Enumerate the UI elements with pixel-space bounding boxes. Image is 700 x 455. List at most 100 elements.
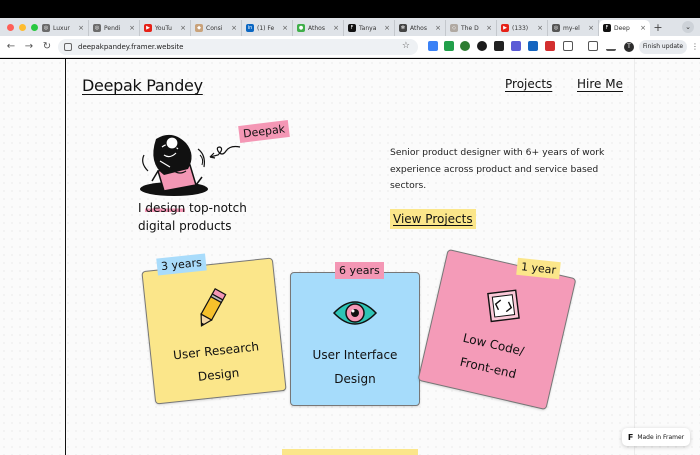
tab-favicon-icon: ◆ — [195, 24, 203, 32]
downloads-icon[interactable] — [606, 41, 616, 51]
browser-menu-icon[interactable]: ⋮ — [691, 42, 699, 51]
extension-icon[interactable] — [428, 41, 438, 51]
browser-tab[interactable]: ◎ Luxur × — [38, 20, 89, 36]
extension-icon[interactable] — [460, 41, 470, 51]
browser-tab[interactable]: ◎ my-el × — [548, 20, 599, 36]
tab-title: Consi — [206, 24, 223, 32]
tab-close-icon[interactable]: × — [129, 24, 135, 32]
page-left-border — [65, 59, 66, 455]
extension-icon[interactable] — [528, 41, 538, 51]
browser-tab[interactable]: ✻ Athos × — [395, 20, 446, 36]
tab-favicon-icon: ● — [297, 24, 305, 32]
tab-title: The D — [461, 24, 479, 32]
tab-strip: ◎ Luxur × ◎ Pendi × ▶ YouTu × ◆ Consi × in (1) Fe × ● At… — [0, 18, 700, 36]
tab-title: YouTu — [155, 24, 172, 32]
close-window-button[interactable] — [7, 23, 14, 31]
tab-close-icon[interactable]: × — [537, 24, 543, 32]
tab-favicon-icon: ◎ — [552, 24, 560, 32]
view-projects-button[interactable]: View Projects — [390, 209, 476, 229]
tab-favicon-icon: ◎ — [42, 24, 50, 32]
tab-favicon-icon: ▶ — [144, 24, 152, 32]
tab-title: (133) — [512, 24, 529, 32]
browser-tab[interactable]: ● Athos × — [293, 20, 344, 36]
card-title-line2: Design — [334, 372, 376, 386]
tab-title: Athos — [308, 24, 325, 32]
tab-favicon-icon: ◎ — [93, 24, 101, 32]
tab-favicon-icon: in — [246, 24, 254, 32]
nav-projects-link[interactable]: Projects — [505, 77, 552, 91]
pdf-extension-icon[interactable] — [545, 41, 555, 51]
tab-close-icon[interactable]: × — [486, 24, 492, 32]
browser-tab[interactable]: ▶ YouTu × — [140, 20, 191, 36]
tab-title: Athos — [410, 24, 427, 32]
reload-button[interactable]: ↻ — [38, 41, 56, 52]
address-bar[interactable]: deepakpandey.framer.website ☆ — [58, 39, 418, 55]
extension-icon[interactable] — [494, 41, 504, 51]
tab-favicon-icon: F — [348, 24, 356, 32]
browser-tab[interactable]: F Deep × — [599, 20, 650, 36]
tab-title: (1) Fe — [257, 24, 275, 32]
bookmark-star-icon[interactable]: ☆ — [402, 41, 410, 51]
tab-favicon-icon: ✻ — [399, 24, 407, 32]
back-button[interactable]: ← — [2, 41, 20, 52]
browser-tab[interactable]: ◎ Pendi × — [89, 20, 140, 36]
browser-tab[interactable]: in (1) Fe × — [242, 20, 293, 36]
tab-favicon-icon: ◇ — [450, 24, 458, 32]
extension-icon[interactable] — [511, 41, 521, 51]
browser-tab[interactable]: ◆ Consi × — [191, 20, 242, 36]
tab-close-icon[interactable]: × — [282, 24, 288, 32]
url-text: deepakpandey.framer.website — [78, 43, 184, 51]
browser-tab[interactable]: ◇ The D × — [446, 20, 497, 36]
tab-close-icon[interactable]: × — [231, 24, 237, 32]
minimize-window-button[interactable] — [19, 23, 26, 31]
designer-illustration — [140, 134, 208, 196]
new-tab-button[interactable]: + — [650, 21, 666, 34]
tab-title: Pendi — [104, 24, 121, 32]
bio-text: Senior product designer with 6+ years of… — [390, 147, 605, 191]
card-user-interface[interactable]: User Interface Design — [290, 272, 420, 406]
profile-avatar[interactable]: T — [624, 42, 634, 52]
hero-tagline: I design top-notch digital products — [138, 199, 268, 235]
tab-title: my-el — [563, 24, 580, 32]
forward-button[interactable]: → — [20, 41, 38, 52]
window-topbar — [0, 0, 700, 18]
finish-update-button[interactable]: Finish update — [639, 40, 687, 54]
tab-favicon-icon: ▶ — [501, 24, 509, 32]
site-info-icon[interactable] — [64, 43, 72, 51]
tab-search-icon[interactable]: ⌄ — [682, 21, 694, 33]
webpage: Deepak Pandey Projects Hire Me Deepak I … — [0, 59, 700, 455]
card-user-research[interactable]: User Research Design — [141, 257, 287, 405]
next-section-peek — [282, 449, 418, 455]
page-right-border — [634, 59, 635, 455]
card-title-line1: User Interface — [312, 348, 398, 362]
extension-icon[interactable] — [444, 41, 454, 51]
framer-logo-icon: F — [627, 432, 634, 442]
tab-close-icon[interactable]: × — [384, 24, 390, 32]
extension-icon[interactable] — [477, 41, 487, 51]
window-controls — [0, 23, 38, 31]
made-in-framer-badge[interactable]: F Made in Framer — [622, 428, 690, 446]
reading-list-icon[interactable] — [588, 41, 598, 51]
tab-close-icon[interactable]: × — [588, 24, 594, 32]
browser-tab[interactable]: ▶ (133) × — [497, 20, 548, 36]
tab-close-icon[interactable]: × — [78, 24, 84, 32]
tab-close-icon[interactable]: × — [435, 24, 441, 32]
tab-title: Tanya — [359, 24, 377, 32]
framer-badge-label: Made in Framer — [637, 433, 685, 441]
browser-tab[interactable]: F Tanya × — [344, 20, 395, 36]
tab-favicon-icon: F — [603, 24, 611, 32]
tabs-container: ◎ Luxur × ◎ Pendi × ▶ YouTu × ◆ Consi × in (1) Fe × ● At… — [38, 18, 650, 36]
pencil-icon — [200, 288, 227, 327]
eye-icon — [332, 301, 378, 325]
tagline-highlight: design — [145, 201, 186, 215]
extensions-puzzle-icon[interactable] — [563, 41, 573, 51]
maximize-window-button[interactable] — [31, 23, 38, 31]
tab-title: Deep — [614, 24, 630, 32]
nav-hire-me-link[interactable]: Hire Me — [577, 77, 623, 91]
tab-close-icon[interactable]: × — [640, 24, 646, 32]
code-brackets-icon — [487, 289, 520, 323]
site-logo[interactable]: Deepak Pandey — [82, 76, 203, 95]
tab-close-icon[interactable]: × — [333, 24, 339, 32]
browser-toolbar: ← → ↻ deepakpandey.framer.website ☆ T Fi… — [0, 36, 700, 58]
tab-close-icon[interactable]: × — [180, 24, 186, 32]
